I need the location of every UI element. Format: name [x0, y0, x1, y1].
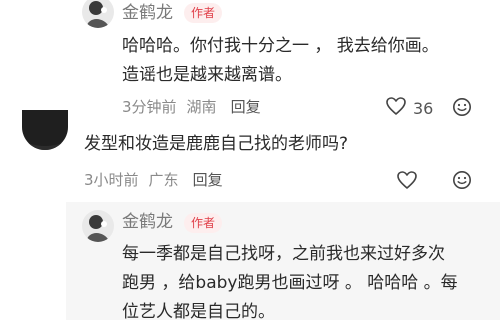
- reply-text-line: 每一季都是自己找呀，之前我也来过好多次: [122, 244, 445, 264]
- reply-button[interactable]: 回复: [231, 98, 261, 116]
- author-badge: 作者: [184, 213, 223, 233]
- author-badge: 作者: [184, 3, 223, 23]
- like-button[interactable]: 36: [385, 96, 433, 120]
- comment-meta: 3分钟前 湖南 回复: [122, 98, 261, 116]
- reply-text-line: 跑男 ，给baby跑男也画过呀 。 哈哈哈 。每: [122, 273, 458, 293]
- comment-text: 发型和妆造是鹿鹿自己找的老师吗?: [84, 134, 349, 154]
- user-avatar[interactable]: [22, 110, 68, 150]
- author-avatar[interactable]: [82, 210, 114, 242]
- comment-time: 3分钟前: [122, 98, 177, 116]
- smiley-icon: [452, 170, 472, 194]
- more-button[interactable]: [452, 170, 472, 194]
- comment-thread: 金鹤龙 作者 哈哈哈。你付我十分之一 ， 我去给你画。 造谣也是越来越离谱。 3…: [0, 0, 500, 320]
- like-count: 36: [413, 98, 434, 118]
- comment-text-line: 造谣也是越来越离谱。: [122, 65, 292, 85]
- author-name[interactable]: 金鹤龙: [122, 212, 173, 232]
- heart-outline-icon: [385, 96, 407, 120]
- like-button[interactable]: [396, 170, 418, 194]
- comment-text-line: 哈哈哈。你付我十分之一 ， 我去给你画。: [122, 36, 439, 56]
- smiley-icon: [452, 97, 472, 121]
- more-button[interactable]: [452, 97, 472, 121]
- comment-meta: 3小时前 广东 回复: [84, 171, 223, 189]
- comment-time: 3小时前: [84, 171, 139, 189]
- comment-location: 湖南: [186, 98, 217, 116]
- comment-location: 广东: [148, 171, 179, 189]
- reply-text-line: 位艺人都是自己的。: [122, 302, 275, 320]
- reply-button[interactable]: 回复: [193, 171, 223, 189]
- author-name[interactable]: 金鹤龙: [122, 3, 173, 23]
- author-avatar[interactable]: [82, 0, 114, 28]
- heart-outline-icon: [396, 170, 418, 194]
